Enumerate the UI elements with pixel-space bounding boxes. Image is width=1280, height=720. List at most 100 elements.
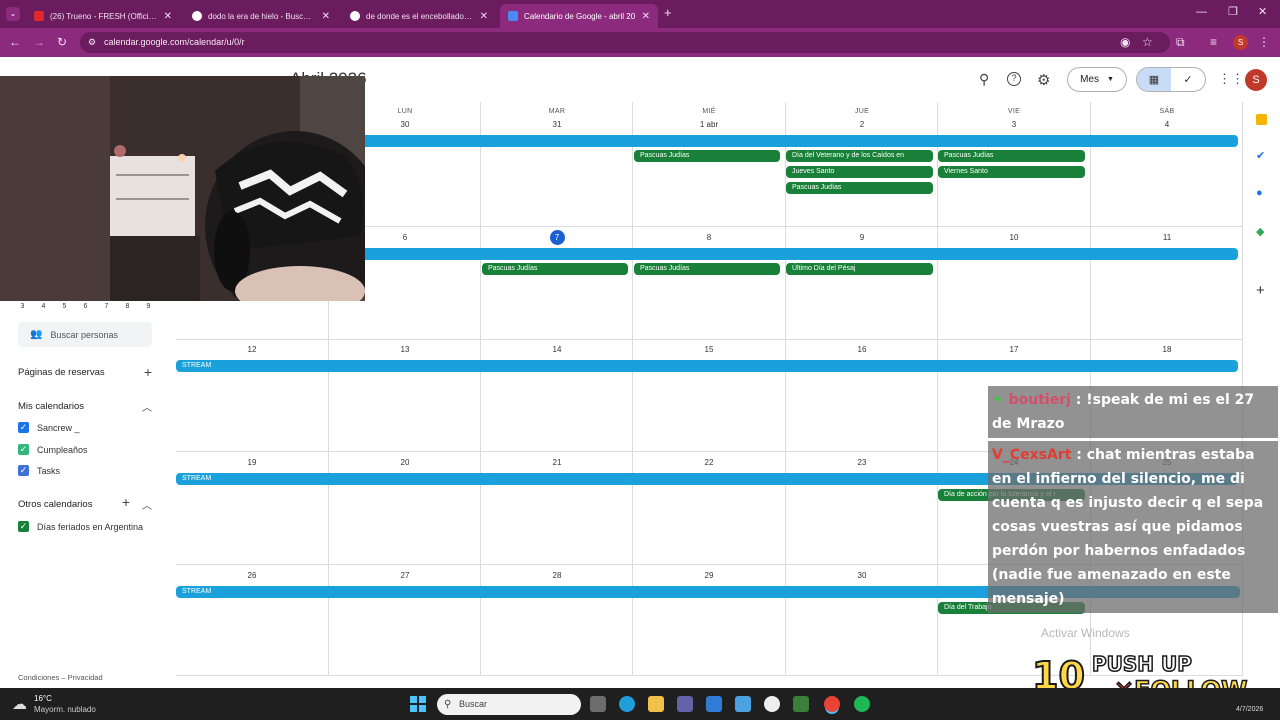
reload-icon[interactable]: ↻ <box>57 35 67 49</box>
event-chip[interactable]: Pascuas Judías <box>482 263 628 275</box>
address-bar[interactable]: ⚙ calendar.google.com/calendar/u/0/r <box>80 32 1170 53</box>
teams-icon[interactable] <box>677 696 693 712</box>
tab-search-icon[interactable]: ⌄ <box>6 7 20 21</box>
keep-icon[interactable] <box>1256 114 1267 125</box>
day-cell[interactable] <box>481 565 633 676</box>
day-number[interactable]: 8 <box>633 233 785 242</box>
weather-cloud-icon[interactable]: ☁ <box>12 695 27 713</box>
taskbar-search-input[interactable]: ⚲ Buscar <box>437 694 581 715</box>
day-number[interactable]: 20 <box>329 458 481 467</box>
github-icon[interactable] <box>764 696 780 712</box>
media-icon[interactable]: ≡ <box>1210 35 1217 49</box>
day-cell[interactable] <box>329 565 481 676</box>
weather-temp[interactable]: 16°C <box>34 694 52 703</box>
help-icon[interactable]: ? <box>1007 72 1021 86</box>
day-cell[interactable] <box>481 452 633 565</box>
tab-google-search-1[interactable]: dodo la era de hielo - Buscar co ✕ <box>184 4 338 28</box>
back-icon[interactable]: ← <box>9 35 21 49</box>
day-number[interactable]: 23 <box>786 458 938 467</box>
day-number[interactable]: 28 <box>481 571 633 580</box>
day-number[interactable]: 22 <box>633 458 785 467</box>
plus-icon[interactable]: + <box>144 364 152 380</box>
day-cell[interactable] <box>786 227 938 340</box>
event-chip[interactable]: Viernes Santo <box>938 166 1085 178</box>
day-cell[interactable] <box>786 340 938 452</box>
tab-google-search-2[interactable]: de donde es el encebollado - B ✕ <box>342 4 496 28</box>
my-calendars-header[interactable]: Mis calendarios ︿ <box>18 399 152 414</box>
day-cell[interactable] <box>786 452 938 565</box>
day-number[interactable]: 27 <box>329 571 481 580</box>
view-select-button[interactable]: Mes ▼ <box>1067 67 1127 92</box>
checkbox-checked-icon[interactable]: ✓ <box>18 444 29 455</box>
site-info-icon[interactable]: ⚙ <box>88 32 96 53</box>
extensions-icon[interactable]: ⧉ <box>1176 35 1185 50</box>
tasks-view-icon[interactable]: ✓ <box>1171 68 1205 91</box>
close-window-icon[interactable]: ✕ <box>1258 5 1267 18</box>
day-number[interactable]: 16 <box>786 345 938 354</box>
event-chip[interactable]: Pascuas Judías <box>786 182 933 194</box>
search-icon[interactable]: ⚲ <box>979 71 989 88</box>
event-chip[interactable]: Pascuas Judías <box>634 263 780 275</box>
day-number[interactable]: 4 <box>1091 120 1243 129</box>
settings-gear-icon[interactable]: ⚙ <box>1037 71 1050 89</box>
day-number[interactable]: 19 <box>176 458 328 467</box>
bookmark-star-icon[interactable]: ☆ <box>1142 35 1153 49</box>
mail-icon[interactable] <box>706 696 722 712</box>
maximize-icon[interactable]: ❐ <box>1228 5 1238 18</box>
weather-desc[interactable]: Mayorm. nublado <box>34 705 96 714</box>
day-number[interactable]: 26 <box>176 571 328 580</box>
footer-terms-privacy[interactable]: Condiciones – Privacidad <box>18 673 103 682</box>
day-cell[interactable] <box>633 452 786 565</box>
event-chip[interactable]: Pascuas Judías <box>634 150 780 162</box>
contacts-icon[interactable]: ● <box>1256 187 1263 199</box>
day-cell[interactable] <box>938 227 1091 340</box>
profile-avatar[interactable]: S <box>1233 35 1248 50</box>
calendar-item-tasks[interactable]: ✓ Tasks <box>18 465 60 476</box>
checkbox-checked-icon[interactable]: ✓ <box>18 521 29 532</box>
calendar-tasks-toggle[interactable]: ▦ ✓ <box>1136 67 1206 92</box>
plus-icon[interactable]: + <box>122 495 130 512</box>
edge-icon[interactable] <box>619 696 635 712</box>
event-chip[interactable]: Día del Veterano y de los Caídos en <box>786 150 933 162</box>
calendar-item-feriados[interactable]: ✓ Días feriados en Argentina <box>18 521 143 532</box>
chrome-icon[interactable] <box>824 696 840 712</box>
file-explorer-icon[interactable] <box>648 696 664 712</box>
event-chip[interactable]: Jueves Santo <box>786 166 933 178</box>
day-cell[interactable] <box>633 565 786 676</box>
task-view-icon[interactable] <box>590 696 606 712</box>
day-number[interactable]: 12 <box>176 345 328 354</box>
day-number[interactable]: 11 <box>1091 233 1243 242</box>
day-number[interactable]: 14 <box>481 345 633 354</box>
eye-icon[interactable]: ◉ <box>1120 35 1130 49</box>
close-icon[interactable]: ✕ <box>164 11 172 22</box>
stream-event[interactable]: STREAM <box>176 360 1238 372</box>
event-chip[interactable]: Pascuas Judías <box>938 150 1085 162</box>
day-cell[interactable] <box>176 452 329 565</box>
day-cell[interactable] <box>329 452 481 565</box>
day-number[interactable]: 31 <box>481 120 633 129</box>
calendar-view-icon[interactable]: ▦ <box>1137 68 1171 91</box>
day-cell[interactable] <box>1091 227 1243 340</box>
photos-icon[interactable] <box>735 696 751 712</box>
checkbox-checked-icon[interactable]: ✓ <box>18 465 29 476</box>
chevron-up-icon[interactable]: ︿ <box>142 497 152 512</box>
other-calendars-header[interactable]: Otros calendarios + ︿ <box>18 495 152 512</box>
day-number[interactable]: 18 <box>1091 345 1243 354</box>
close-icon[interactable]: ✕ <box>480 11 488 22</box>
day-number[interactable]: 29 <box>633 571 785 580</box>
calendar-item-sancrew[interactable]: ✓ Sancrew _ <box>18 422 80 433</box>
day-number[interactable]: 30 <box>786 571 938 580</box>
day-cell[interactable] <box>176 340 329 452</box>
today-marker[interactable]: 7 <box>481 230 633 245</box>
menu-kebab-icon[interactable]: ⋮ <box>1258 35 1270 49</box>
day-cell[interactable] <box>176 565 329 676</box>
add-addon-icon[interactable]: + <box>1256 282 1265 299</box>
day-number[interactable]: 3 <box>938 120 1090 129</box>
tasks-icon[interactable]: ✔ <box>1256 149 1265 162</box>
maps-icon[interactable]: ◆ <box>1256 225 1264 238</box>
tab-google-calendar[interactable]: Calendario de Google - abril 20 ✕ <box>500 4 658 28</box>
day-cell[interactable] <box>633 227 786 340</box>
day-number[interactable]: 2 <box>786 120 938 129</box>
day-cell[interactable] <box>633 340 786 452</box>
day-number[interactable]: 9 <box>786 233 938 242</box>
